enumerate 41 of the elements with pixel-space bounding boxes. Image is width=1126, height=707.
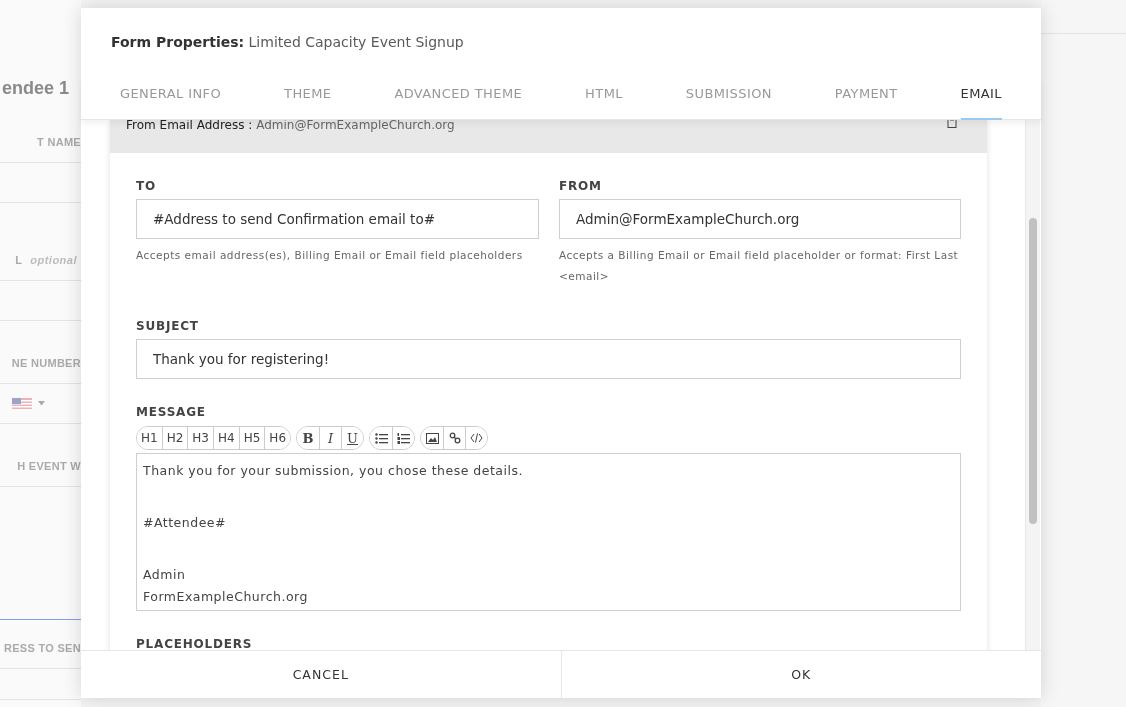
message-line: #Attendee# xyxy=(143,514,227,532)
to-field[interactable]: #Address to send Confirmation email to# xyxy=(136,199,539,239)
hint-text: Accepts a Billing Email or Email field placeholder or format: First Last <email> xyxy=(559,248,960,284)
caret-icon[interactable] xyxy=(38,401,45,406)
bullet-list-icon xyxy=(374,432,388,444)
subject-field[interactable]: Thank you for registering! xyxy=(136,339,961,379)
link-icon xyxy=(448,432,461,444)
ok-button[interactable]: OK xyxy=(560,651,1041,698)
field-label: MESSAGE xyxy=(136,405,207,419)
message-line: Thank you for your submission, you chose these details. xyxy=(143,462,524,480)
field-label: L xyxy=(15,254,23,266)
section-heading: endee 1 xyxy=(1,78,69,98)
format-button[interactable]: U xyxy=(341,427,364,449)
field-label: T NAME xyxy=(37,136,81,148)
message-editor[interactable]: Thank you for your submission, you chose these details. #Attendee# Admin FormExampleChurch.org xyxy=(136,453,961,611)
dialog-title: Form Properties: Limited Capacity Event Signup xyxy=(110,33,465,52)
field-label: FROM xyxy=(559,179,603,193)
message-line: Admin xyxy=(143,566,187,584)
optional-label: optional xyxy=(30,254,77,266)
field-label: H EVENT W xyxy=(17,460,81,472)
hint-text: Accepts email address(es), Billing Email or Email field placeholders xyxy=(136,248,524,263)
from-address-text: From Email Address : Admin@FormExampleChurch.org xyxy=(126,120,455,132)
field-label: NE NUMBER xyxy=(11,357,81,369)
field-label: RESS TO SEN xyxy=(3,642,81,654)
image-icon xyxy=(425,432,439,444)
input-field[interactable] xyxy=(0,383,81,424)
scrollbar-thumb[interactable] xyxy=(1029,218,1037,524)
heading-button[interactable]: H6 xyxy=(264,427,291,449)
field-label: TO xyxy=(136,179,157,193)
cancel-button[interactable]: CANCEL xyxy=(81,651,561,698)
code-icon xyxy=(470,433,484,443)
flag-icon xyxy=(12,398,32,409)
code-button[interactable] xyxy=(465,427,488,449)
numbered-list-icon xyxy=(397,432,411,444)
copy-icon[interactable] xyxy=(947,120,957,128)
field-label: SUBJECT xyxy=(136,319,200,333)
scrollbar[interactable] xyxy=(1025,120,1040,650)
field-label: PLACEHOLDERS xyxy=(136,637,254,650)
message-line: FormExampleChurch.org xyxy=(143,588,309,606)
from-field[interactable]: Admin@FormExampleChurch.org xyxy=(559,199,961,239)
numbered-list-button[interactable] xyxy=(392,427,415,449)
